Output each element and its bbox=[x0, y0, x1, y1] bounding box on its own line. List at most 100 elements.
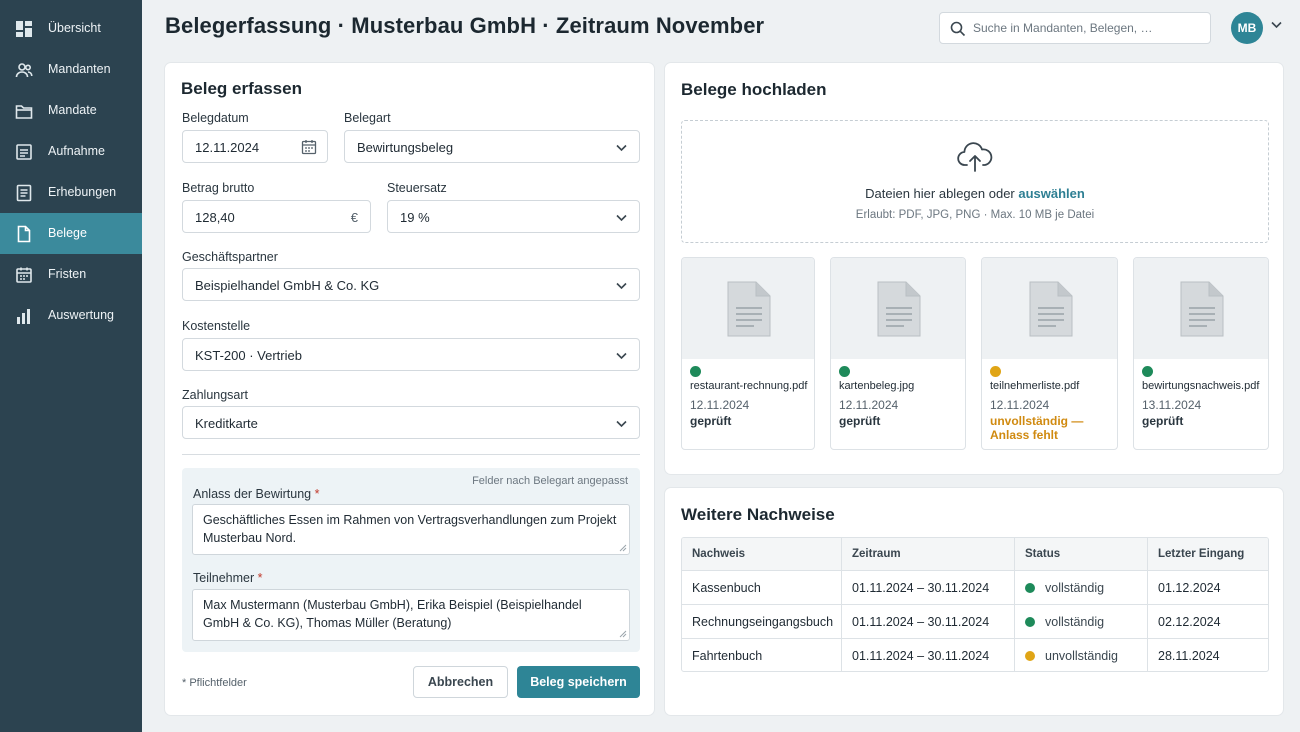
anlass-textarea[interactable]: Geschäftliches Essen im Rahmen von Vertr… bbox=[192, 504, 630, 555]
anlass-label: Anlass der Bewirtung * bbox=[193, 487, 319, 501]
partner-value: Beispielhandel GmbH & Co. KG bbox=[195, 278, 380, 293]
file-thumbnail bbox=[1134, 258, 1268, 359]
eingang-cell: 28.11.2024 bbox=[1147, 639, 1268, 671]
upload-title: Belege hochladen bbox=[681, 80, 827, 99]
document-icon bbox=[17, 225, 31, 243]
file-card[interactable]: restaurant-rechnung.pdf 12.11.2024 geprü… bbox=[681, 257, 815, 450]
chevron-down-icon bbox=[616, 282, 627, 290]
status-cell: unvollständig bbox=[1014, 639, 1147, 671]
sidebar-item-uebersicht[interactable]: Übersicht bbox=[0, 8, 142, 49]
file-date: 12.11.2024 bbox=[839, 398, 899, 412]
column-header: Letzter Eingang bbox=[1147, 538, 1268, 570]
file-document-icon bbox=[877, 281, 921, 337]
status-text: vollständig bbox=[1045, 614, 1105, 629]
column-header: Status bbox=[1014, 538, 1147, 570]
status-dot-ok bbox=[1025, 582, 1035, 593]
sidebar-item-label: Mandanten bbox=[48, 62, 111, 76]
file-thumbnail bbox=[682, 258, 814, 359]
search-box[interactable] bbox=[939, 12, 1211, 44]
kostenstelle-select[interactable]: KST-200 · Vertrieb bbox=[182, 338, 640, 371]
status-dot-ok bbox=[690, 366, 701, 377]
calendar-icon[interactable] bbox=[301, 139, 317, 155]
chevron-down-icon bbox=[616, 144, 627, 152]
resize-handle-icon[interactable] bbox=[619, 630, 627, 638]
file-date: 12.11.2024 bbox=[990, 398, 1050, 412]
anlass-label-text: Anlass der Bewirtung bbox=[193, 487, 312, 501]
status-text: unvollständig bbox=[1045, 648, 1118, 663]
page-title: Belegerfassung · Musterbau GmbH · Zeitra… bbox=[165, 13, 765, 38]
nachweis-cell: Fahrtenbuch bbox=[692, 648, 763, 663]
file-date: 12.11.2024 bbox=[690, 398, 750, 412]
file-card[interactable]: bewirtungsnachweis.pdf 13.11.2024 geprüf… bbox=[1133, 257, 1269, 450]
file-document-icon bbox=[727, 281, 771, 337]
sidebar-item-erhebungen[interactable]: Erhebungen bbox=[0, 172, 142, 213]
file-status: geprüft bbox=[690, 414, 732, 428]
select-files-link[interactable]: auswählen bbox=[1018, 186, 1084, 201]
search-input[interactable] bbox=[973, 13, 1203, 43]
teilnehmer-label-text: Teilnehmer bbox=[193, 571, 255, 585]
chevron-down-icon bbox=[616, 420, 627, 428]
avatar[interactable]: MB bbox=[1231, 12, 1263, 44]
file-name: restaurant-rechnung.pdf bbox=[690, 380, 808, 392]
belegdatum-value: 12.11.2024 bbox=[195, 140, 260, 155]
anlass-value: Geschäftliches Essen im Rahmen von Vertr… bbox=[203, 513, 617, 545]
sidebar-item-auswertung[interactable]: Auswertung bbox=[0, 295, 142, 336]
partner-label: Geschäftspartner bbox=[182, 250, 278, 264]
users-icon bbox=[15, 63, 33, 78]
sidebar-item-belege[interactable]: Belege bbox=[0, 213, 142, 254]
status-dot-ok bbox=[839, 366, 850, 377]
eingang-cell: 01.12.2024 bbox=[1147, 571, 1268, 604]
belegdatum-field[interactable]: 12.11.2024 bbox=[182, 130, 328, 163]
required-marker: * bbox=[257, 571, 263, 585]
chevron-down-icon[interactable] bbox=[1271, 21, 1282, 29]
teilnehmer-textarea[interactable]: Max Mustermann (Musterbau GmbH), Erika B… bbox=[192, 589, 630, 641]
sidebar: Übersicht Mandanten Mandate Aufnahme Erh… bbox=[0, 0, 142, 732]
dropzone-hint: Erlaubt: PDF, JPG, PNG · Max. 10 MB je D… bbox=[855, 209, 1095, 221]
status-cell: vollständig bbox=[1014, 571, 1147, 604]
table-row[interactable]: Kassenbuch 01.11.2024 – 30.11.2024 volls… bbox=[682, 570, 1268, 604]
table-row[interactable]: Fahrtenbuch 01.11.2024 – 30.11.2024 unvo… bbox=[682, 638, 1268, 671]
zahlungsart-label: Zahlungsart bbox=[182, 388, 249, 402]
table-header-row: Nachweis Zeitraum Status Letzter Eingang bbox=[682, 538, 1268, 570]
file-name: kartenbeleg.jpg bbox=[839, 380, 915, 392]
resize-handle-icon[interactable] bbox=[619, 544, 627, 552]
dashboard-icon bbox=[16, 21, 32, 37]
eingang-cell: 02.12.2024 bbox=[1147, 605, 1268, 638]
sidebar-item-label: Mandate bbox=[48, 103, 97, 117]
chevron-down-icon bbox=[616, 214, 627, 222]
steuersatz-label: Steuersatz bbox=[387, 181, 447, 195]
nachweise-title: Weitere Nachweise bbox=[681, 505, 835, 524]
status-dot-warn bbox=[990, 366, 1001, 377]
sidebar-item-label: Aufnahme bbox=[48, 144, 105, 158]
sidebar-item-aufnahme[interactable]: Aufnahme bbox=[0, 131, 142, 172]
save-button[interactable]: Beleg speichern bbox=[517, 666, 640, 698]
betrag-label: Betrag brutto bbox=[182, 181, 255, 195]
clipboard-icon bbox=[16, 144, 32, 160]
status-dot-ok bbox=[1025, 616, 1035, 627]
nachweis-cell: Rechnungseingangsbuch bbox=[692, 614, 834, 629]
status-dot-warn bbox=[1025, 650, 1035, 661]
betrag-input[interactable]: 128,40 € bbox=[182, 200, 371, 233]
status-dot-ok bbox=[1142, 366, 1153, 377]
steuersatz-select[interactable]: 19 % bbox=[387, 200, 640, 233]
belegart-select[interactable]: Bewirtungsbeleg bbox=[344, 130, 640, 163]
search-icon bbox=[950, 21, 966, 37]
table-row[interactable]: Rechnungseingangsbuch 01.11.2024 – 30.11… bbox=[682, 604, 1268, 638]
file-name: bewirtungsnachweis.pdf bbox=[1142, 380, 1260, 392]
sidebar-item-fristen[interactable]: Fristen bbox=[0, 254, 142, 295]
zahlungsart-select[interactable]: Kreditkarte bbox=[182, 406, 640, 439]
divider bbox=[182, 454, 640, 455]
file-status: geprüft bbox=[839, 414, 881, 428]
partner-select[interactable]: Beispielhandel GmbH & Co. KG bbox=[182, 268, 640, 301]
sidebar-item-mandate[interactable]: Mandate bbox=[0, 90, 142, 131]
column-header: Zeitraum bbox=[841, 538, 1014, 570]
sidebar-item-mandanten[interactable]: Mandanten bbox=[0, 49, 142, 90]
chevron-down-icon bbox=[616, 352, 627, 360]
cancel-button[interactable]: Abbrechen bbox=[413, 666, 508, 698]
file-dropzone[interactable]: Dateien hier ablegen oder auswählen Erla… bbox=[681, 120, 1269, 243]
file-card[interactable]: teilnehmerliste.pdf 12.11.2024 unvollstä… bbox=[981, 257, 1118, 450]
status-cell: vollständig bbox=[1014, 605, 1147, 638]
file-thumbnail bbox=[982, 258, 1117, 359]
zahlungsart-value: Kreditkarte bbox=[195, 416, 258, 431]
file-card[interactable]: kartenbeleg.jpg 12.11.2024 geprüft bbox=[830, 257, 966, 450]
